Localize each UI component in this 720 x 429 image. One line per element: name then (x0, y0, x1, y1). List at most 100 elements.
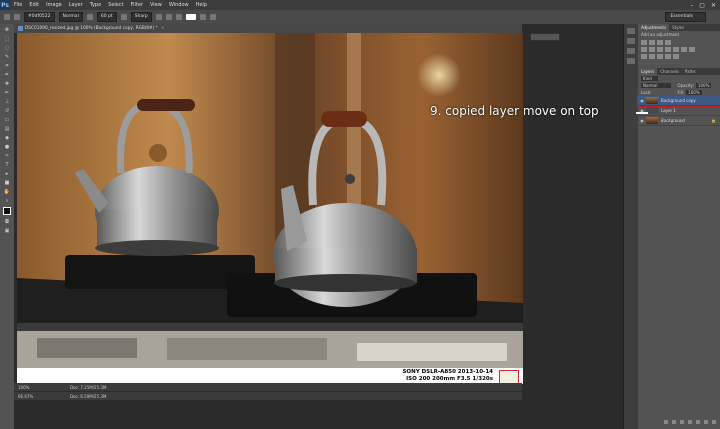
align-left-icon[interactable] (155, 14, 162, 20)
fx-icon[interactable] (672, 420, 676, 424)
type-tool-icon[interactable] (4, 14, 10, 20)
shape-tool-icon[interactable]: ■ (2, 179, 12, 186)
mask-icon[interactable] (680, 420, 684, 424)
photo-filter-icon[interactable] (673, 47, 679, 52)
font-field[interactable]: #0df0522 (24, 12, 55, 22)
maximize-icon[interactable]: ▢ (699, 2, 705, 9)
healing-brush-icon[interactable]: ✚ (2, 80, 12, 87)
zoom-tool-icon[interactable]: ⌕ (2, 197, 12, 204)
adjustment-layer-icon[interactable] (688, 420, 692, 424)
color-balance-icon[interactable] (657, 47, 663, 52)
hue-sat-icon[interactable] (649, 47, 655, 52)
eye-icon[interactable]: ◉ (638, 98, 646, 103)
eraser-icon[interactable]: ▭ (2, 116, 12, 123)
type-tool-icon[interactable]: T (2, 161, 12, 168)
floating-window-bar[interactable] (530, 33, 560, 41)
eyedropper-icon[interactable]: ✒ (2, 71, 12, 78)
pen-tool-icon[interactable]: ✑ (2, 152, 12, 159)
kind-select[interactable]: Kind (641, 76, 658, 81)
curves-icon[interactable] (657, 40, 663, 45)
invert-icon[interactable] (641, 54, 647, 59)
gradient-map-icon[interactable] (665, 54, 671, 59)
vibrance-icon[interactable] (641, 47, 647, 52)
tab-styles[interactable]: Styles (669, 25, 687, 30)
text-color-swatch[interactable] (185, 14, 196, 20)
layer-row-background-copy[interactable]: ◉ Background copy (637, 95, 720, 107)
zoom-level-secondary[interactable]: 66.67% (14, 394, 40, 399)
menu-edit[interactable]: Edit (29, 2, 39, 8)
tab-paths[interactable]: Paths (682, 69, 699, 74)
quick-mask-icon[interactable]: ◘ (2, 218, 12, 225)
menu-filter[interactable]: Filter (131, 2, 143, 8)
opacity-field[interactable]: 100% (695, 83, 712, 88)
character-panel-icon[interactable] (627, 48, 635, 54)
tutorial-annotation: 9. copied layer move on top (430, 104, 599, 118)
selective-color-icon[interactable] (673, 54, 679, 59)
clone-stamp-icon[interactable]: ⊥ (2, 98, 12, 105)
font-style-field[interactable]: Normal (58, 12, 83, 22)
document-canvas[interactable] (17, 33, 523, 372)
properties-panel-icon[interactable] (627, 38, 635, 44)
menu-type[interactable]: Type (90, 2, 101, 8)
align-right-icon[interactable] (175, 14, 182, 20)
menu-select[interactable]: Select (108, 2, 123, 8)
tab-adjustments[interactable]: Adjustments (638, 24, 670, 31)
antialias-field[interactable]: Sharp (130, 12, 152, 22)
layer-row-background[interactable]: ◉ Background 🔒 (638, 116, 720, 126)
fill-field[interactable]: 100% (686, 90, 702, 95)
blur-tool-icon[interactable]: ◆ (2, 134, 12, 141)
watermark-logo (499, 370, 519, 384)
menu-layer[interactable]: Layer (69, 2, 83, 8)
align-center-icon[interactable] (165, 14, 172, 20)
paragraph-panel-icon[interactable] (627, 58, 635, 64)
workspace-select[interactable]: Essentials (665, 12, 706, 22)
link-icon[interactable] (664, 420, 668, 424)
close-tab-icon[interactable]: × (161, 26, 165, 31)
lookup-icon[interactable] (689, 47, 695, 52)
crop-tool-icon[interactable]: ⌗ (2, 62, 12, 69)
move-tool-icon[interactable]: ✥ (2, 26, 12, 33)
menu-image[interactable]: Image (46, 2, 62, 8)
history-panel-icon[interactable] (627, 28, 635, 34)
exposure-icon[interactable] (665, 40, 671, 45)
levels-icon[interactable] (649, 40, 655, 45)
screen-mode-icon[interactable]: ▣ (2, 227, 12, 234)
menu-window[interactable]: Window (169, 2, 189, 8)
lasso-tool-icon[interactable]: ◌ (2, 44, 12, 51)
minimize-icon[interactable]: – (690, 2, 693, 9)
document-tab[interactable]: DSC01090_resized.jpg @ 100% (Background … (14, 24, 522, 33)
menu-file[interactable]: File (14, 2, 22, 8)
eye-icon[interactable]: ◉ (638, 118, 646, 123)
new-layer-icon[interactable] (704, 420, 708, 424)
group-icon[interactable] (696, 420, 700, 424)
layer-row-layer-1[interactable]: ◉ Layer 1 (638, 106, 720, 116)
trash-icon[interactable] (712, 420, 716, 424)
brightness-icon[interactable] (641, 40, 647, 45)
brush-tool-icon[interactable]: ✏ (2, 89, 12, 96)
path-select-icon[interactable]: ▸ (2, 170, 12, 177)
close-icon[interactable]: ✕ (711, 2, 716, 9)
history-brush-icon[interactable]: ↺ (2, 107, 12, 114)
tab-channels[interactable]: Channels (657, 69, 682, 74)
blend-mode-select[interactable]: Normal (641, 83, 672, 88)
dodge-tool-icon[interactable]: ● (2, 143, 12, 150)
gradient-icon[interactable]: ▤ (2, 125, 12, 132)
tab-layers[interactable]: Layers (638, 68, 658, 75)
posterize-icon[interactable] (649, 54, 655, 59)
hand-tool-icon[interactable]: ✋ (2, 188, 12, 195)
marquee-tool-icon[interactable]: ⬚ (2, 35, 12, 42)
channel-mixer-icon[interactable] (681, 47, 687, 52)
quick-select-icon[interactable]: ✎ (2, 53, 12, 60)
menu-view[interactable]: View (150, 2, 162, 8)
bw-icon[interactable] (665, 47, 671, 52)
layer-name: Background copy (661, 98, 696, 103)
character-panel-icon[interactable] (209, 14, 216, 20)
font-size-field[interactable]: 60 pt (96, 12, 117, 22)
orientation-icon[interactable] (14, 14, 20, 20)
menu-help[interactable]: Help (196, 2, 207, 8)
color-swatches-icon[interactable] (2, 206, 12, 216)
threshold-icon[interactable] (657, 54, 663, 59)
zoom-level[interactable]: 100% (14, 385, 40, 390)
status-bar-secondary: 66.67% Doc: 6.59M/25.3M (14, 392, 522, 400)
warp-text-icon[interactable] (199, 14, 206, 20)
